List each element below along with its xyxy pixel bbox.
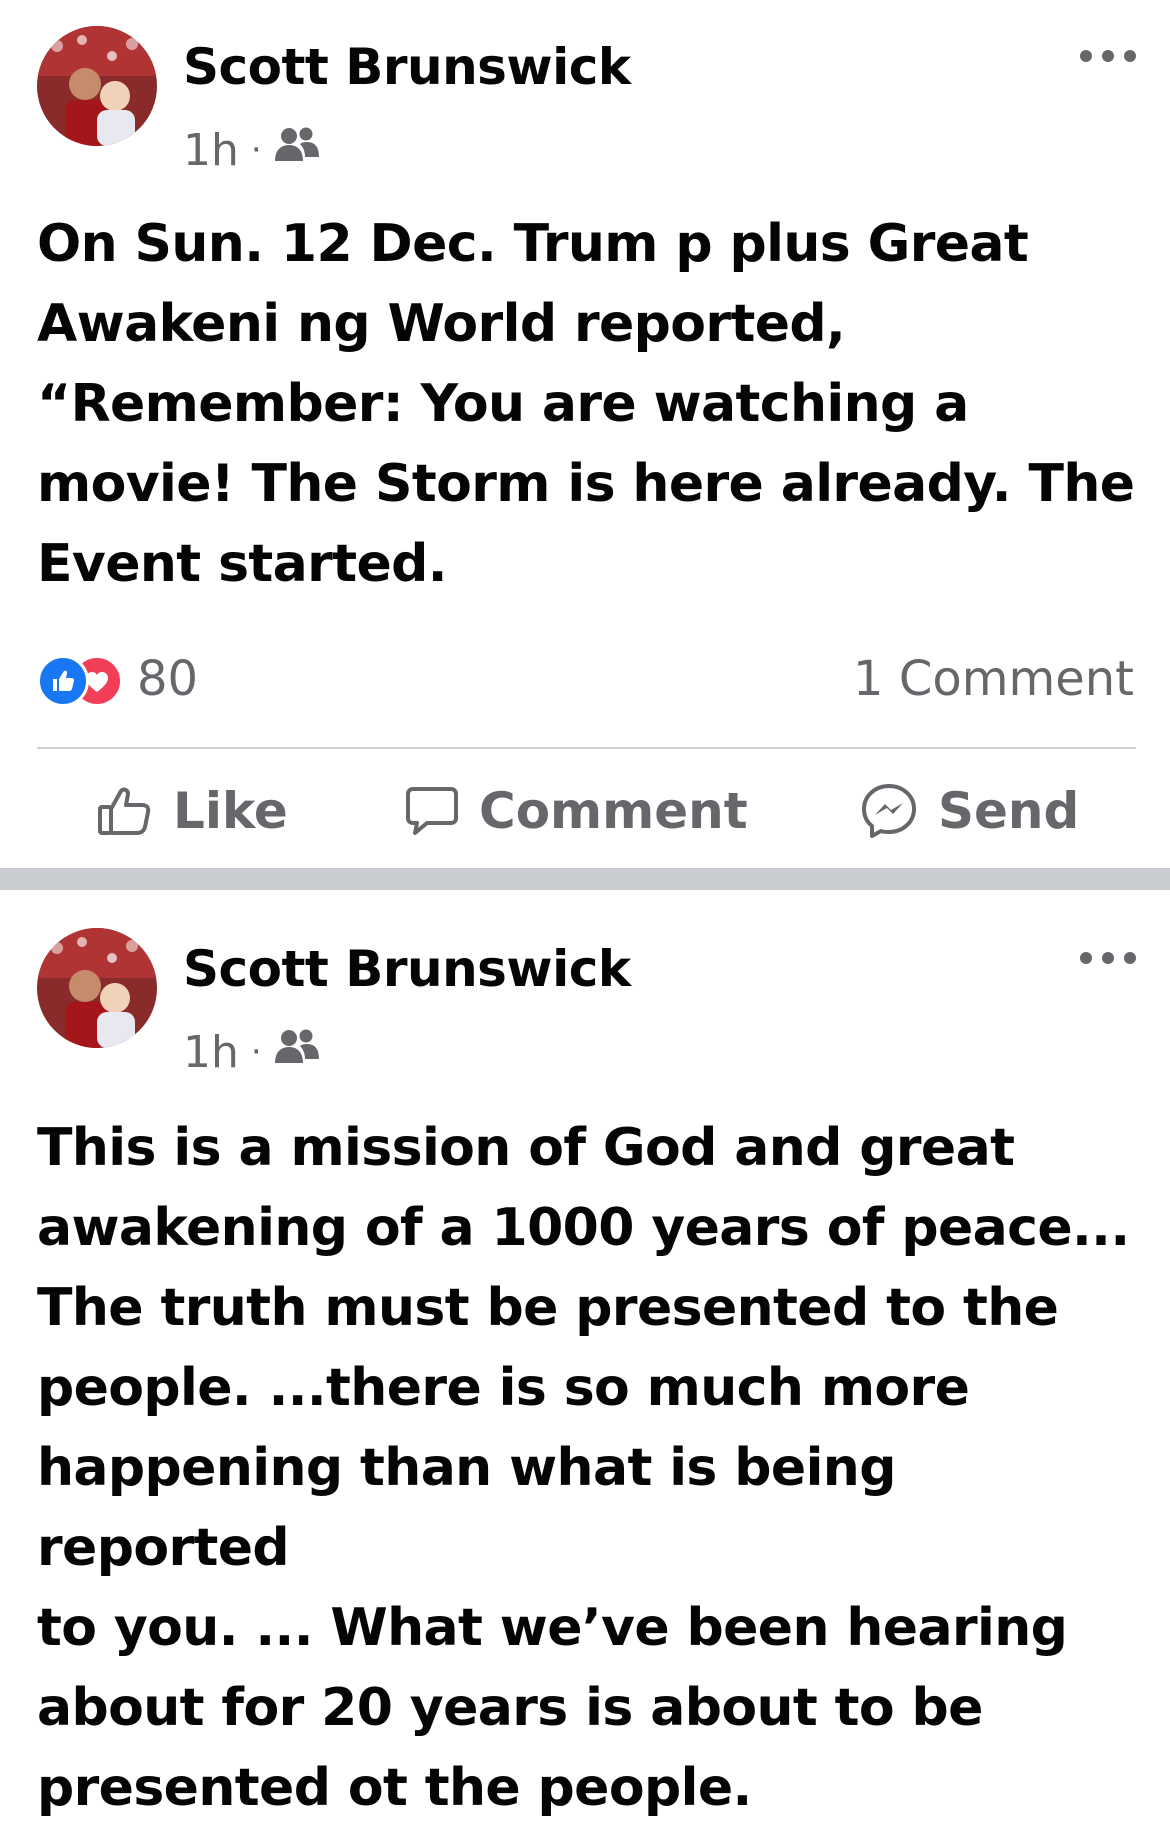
comment-count[interactable]: 1 Comment xyxy=(853,651,1134,707)
divider xyxy=(37,747,1136,749)
author-name[interactable]: Scott Brunswick xyxy=(183,38,631,96)
post-text: This is a mission of God and great awake… xyxy=(37,1118,1130,1818)
comment-label: Comment xyxy=(479,782,748,840)
feed-separator xyxy=(0,868,1170,890)
author-name[interactable]: Scott Brunswick xyxy=(183,940,631,998)
post-text: On Sun. 12 Dec. Trum p plus Great Awaken… xyxy=(37,214,1135,594)
feed-post: Scott Brunswick 1h · This is a mission o… xyxy=(0,890,1170,1818)
comment-button[interactable]: Comment xyxy=(405,780,748,842)
messenger-icon xyxy=(862,784,916,838)
more-options-icon[interactable] xyxy=(1080,42,1136,70)
post-meta: 1h · xyxy=(183,1024,320,1080)
friends-icon[interactable] xyxy=(274,125,320,176)
like-button[interactable]: Like xyxy=(97,780,288,842)
meta-separator: · xyxy=(250,130,262,170)
post-time[interactable]: 1h xyxy=(183,1027,239,1078)
feed-post: Scott Brunswick 1h · On Sun. 12 Dec. Tru… xyxy=(0,0,1170,868)
comment-icon xyxy=(406,787,458,835)
author-avatar[interactable] xyxy=(37,26,157,146)
post-time[interactable]: 1h xyxy=(183,125,239,176)
send-label: Send xyxy=(938,782,1080,840)
reaction-count: 80 xyxy=(137,651,199,707)
like-label: Like xyxy=(173,782,288,840)
send-button[interactable]: Send xyxy=(860,780,1079,842)
like-reaction-icon xyxy=(37,655,89,707)
more-options-icon[interactable] xyxy=(1080,944,1136,972)
post-meta: 1h · xyxy=(183,122,320,178)
thumbs-up-icon xyxy=(98,787,151,835)
reactions-summary[interactable]: 80 xyxy=(37,651,198,707)
friends-icon[interactable] xyxy=(274,1027,320,1078)
author-avatar[interactable] xyxy=(37,928,157,1048)
meta-separator: · xyxy=(250,1032,262,1072)
